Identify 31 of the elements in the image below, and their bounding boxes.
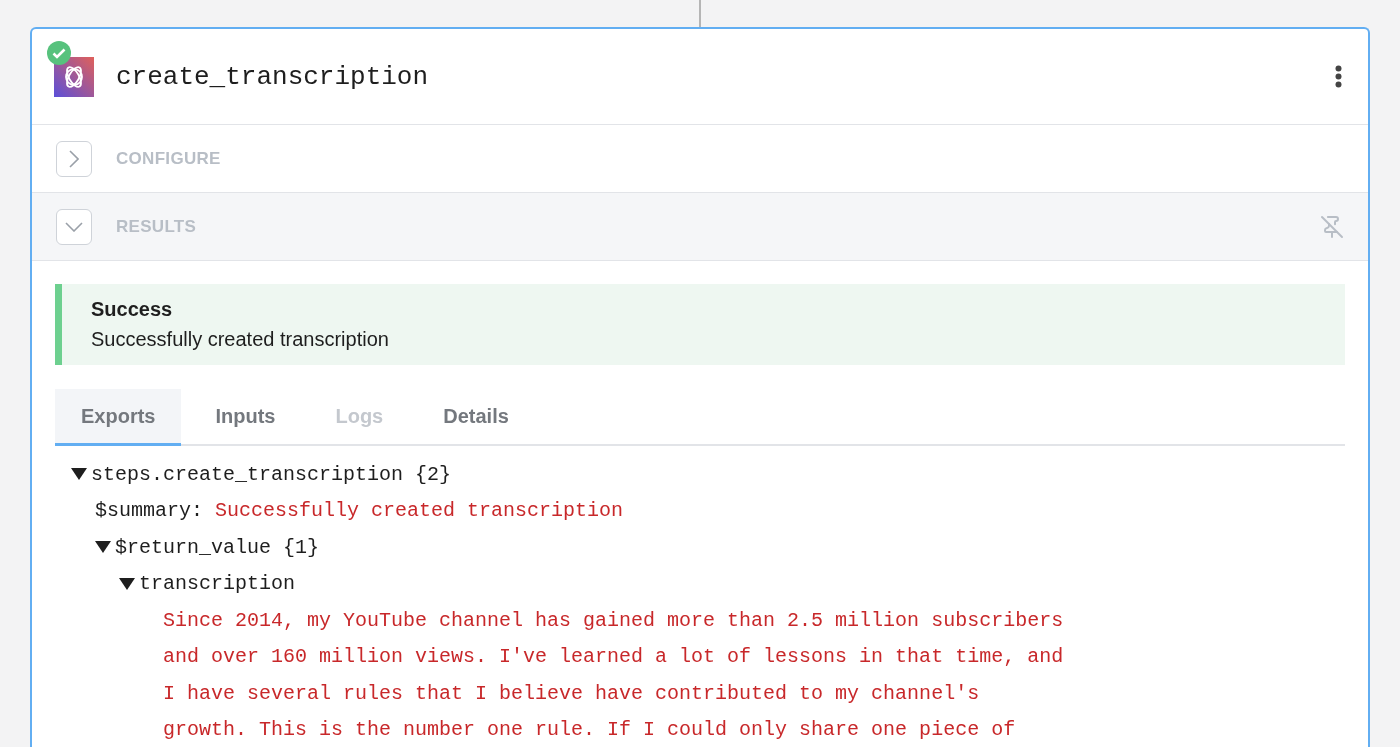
tree-key: $summary:: [95, 499, 204, 523]
tab[interactable]: Inputs: [189, 389, 302, 446]
expand-toggle[interactable]: [56, 208, 92, 245]
item-count: {1}: [283, 535, 320, 559]
item-count: {2}: [415, 462, 452, 486]
tree-key: transcription: [139, 572, 296, 596]
caret-icon[interactable]: [71, 468, 87, 481]
transcription-line: I have several rules that I believe have contributed to my channel's: [163, 681, 980, 705]
chevron-right-icon: [69, 149, 79, 168]
tab[interactable]: Details: [417, 389, 535, 446]
tree-value: Successfully created transcription: [215, 499, 624, 523]
tab[interactable]: Exports: [55, 389, 182, 446]
caret-icon[interactable]: [95, 541, 111, 554]
caret-icon[interactable]: [119, 577, 135, 590]
step-title: create_transcription: [116, 61, 430, 92]
transcription-line: growth. This is the number one rule. If I could only share one piece of: [163, 718, 1016, 742]
tree-key: $return_value: [115, 535, 272, 559]
transcription-line: Since 2014, my YouTube channel has gained more than 2.5 million subscribers: [163, 608, 1064, 632]
tree-key: steps.create_transcription: [91, 462, 404, 486]
app-logo-icon: [54, 56, 94, 97]
transcription-line: and over 160 million views. I've learned a lot of lessons in that time, and: [163, 645, 1064, 669]
alert-title: Success: [91, 298, 174, 321]
more-vertical-icon: [1335, 65, 1342, 88]
connector-line: [699, 0, 701, 27]
chevron-down-icon: [65, 221, 83, 232]
expand-toggle[interactable]: [56, 140, 92, 177]
pin-off-icon: [1320, 214, 1344, 239]
section-label: RESULTS: [116, 216, 198, 237]
section-label: CONFIGURE: [116, 148, 222, 169]
more-menu-button[interactable]: [1333, 63, 1344, 90]
alert-message: Successfully created transcription: [91, 328, 390, 351]
